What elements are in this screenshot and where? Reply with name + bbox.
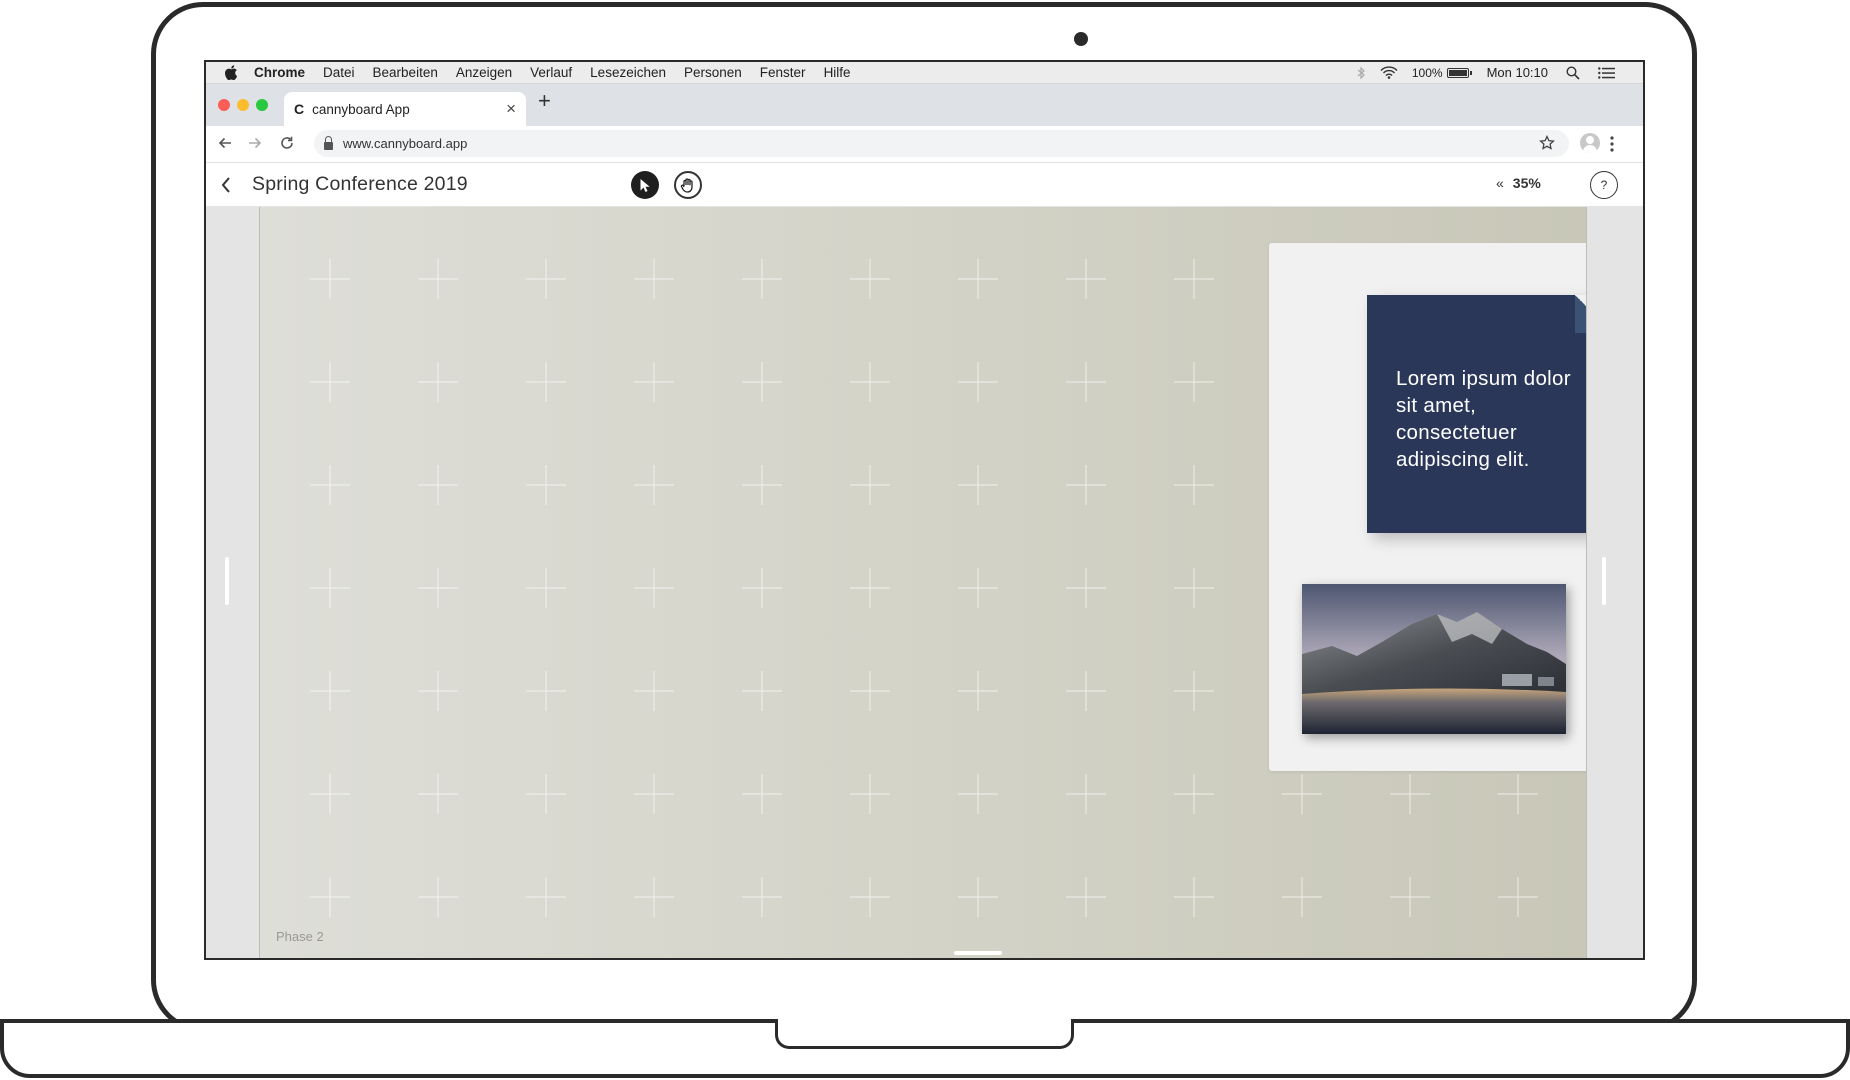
collapse-chevron-icon[interactable]: « xyxy=(1496,175,1504,191)
cursor-icon xyxy=(640,178,650,192)
tab-close-icon[interactable]: × xyxy=(506,99,516,119)
menu-item-datei[interactable]: Datei xyxy=(323,65,355,80)
sticky-note-text: Lorem ipsum dolor sit amet, consectetuer… xyxy=(1396,367,1571,471)
menu-item-hilfe[interactable]: Hilfe xyxy=(824,65,851,80)
window-close-button[interactable] xyxy=(218,99,230,111)
browser-toolbar: www.cannyboard.app xyxy=(206,126,1643,163)
battery-percent: 100% xyxy=(1411,65,1443,80)
battery-icon[interactable] xyxy=(1446,67,1472,78)
help-button[interactable]: ? xyxy=(1590,171,1618,199)
menu-clock[interactable]: Mon 10:10 xyxy=(1487,65,1548,80)
board-canvas[interactable]: Lorem ipsum dolor sit amet, consectetuer… xyxy=(259,207,1587,958)
cannyboard-favicon-icon: C xyxy=(294,101,305,117)
lock-icon xyxy=(324,135,333,150)
new-tab-icon[interactable]: + xyxy=(538,90,551,112)
back-chevron-icon[interactable] xyxy=(220,176,232,194)
star-icon[interactable] xyxy=(1539,135,1555,151)
mac-menu-bar: Chrome Datei Bearbeiten Anzeigen Verlauf… xyxy=(206,62,1643,84)
wifi-icon[interactable] xyxy=(1380,66,1398,79)
left-panel-handle[interactable] xyxy=(225,557,229,605)
tab-title: cannyboard App xyxy=(312,101,410,117)
browser-tab[interactable]: C cannyboard App × xyxy=(284,92,526,126)
board-area: Lorem ipsum dolor sit amet, consectetuer… xyxy=(206,207,1643,958)
right-panel-handle[interactable] xyxy=(1602,557,1606,605)
laptop-notch xyxy=(775,1019,1074,1049)
menu-item-bearbeiten[interactable]: Bearbeiten xyxy=(373,65,438,80)
bottom-panel-handle[interactable] xyxy=(954,951,1002,955)
menu-item-verlauf[interactable]: Verlauf xyxy=(530,65,572,80)
forward-arrow-icon[interactable] xyxy=(248,136,262,150)
menu-item-lesezeichen[interactable]: Lesezeichen xyxy=(590,65,666,80)
window-minimize-button[interactable] xyxy=(237,99,249,111)
pan-tool-button[interactable] xyxy=(674,171,702,199)
select-tool-button[interactable] xyxy=(631,171,659,199)
hand-icon xyxy=(680,178,693,193)
zoom-level: 35% xyxy=(1512,175,1541,191)
list-icon[interactable] xyxy=(1598,66,1615,79)
screen: Chrome Datei Bearbeiten Anzeigen Verlauf… xyxy=(204,60,1645,960)
phase-label: Phase 2 xyxy=(276,929,324,944)
landscape-photo xyxy=(1302,584,1566,734)
address-bar[interactable]: www.cannyboard.app xyxy=(314,130,1569,157)
zoom-control[interactable]: « 35% xyxy=(1496,175,1541,191)
bluetooth-icon[interactable] xyxy=(1357,66,1366,80)
reload-icon[interactable] xyxy=(280,136,294,150)
mountain-lake-image[interactable] xyxy=(1302,584,1566,734)
kebab-menu-icon[interactable] xyxy=(1610,136,1614,152)
search-icon[interactable] xyxy=(1566,65,1580,80)
note-corner-fold xyxy=(1575,295,1586,333)
menu-item-fenster[interactable]: Fenster xyxy=(760,65,806,80)
menu-item-anzeigen[interactable]: Anzeigen xyxy=(456,65,512,80)
board-title: Spring Conference 2019 xyxy=(252,173,468,195)
address-url: www.cannyboard.app xyxy=(343,136,468,151)
window-zoom-button[interactable] xyxy=(256,99,268,111)
document-sheet[interactable]: Lorem ipsum dolor sit amet, consectetuer… xyxy=(1269,243,1586,771)
camera-icon xyxy=(1074,32,1088,46)
back-arrow-icon[interactable] xyxy=(218,136,232,150)
app-header: Spring Conference 2019 « 35% ? xyxy=(206,163,1643,207)
sticky-note[interactable]: Lorem ipsum dolor sit amet, consectetuer… xyxy=(1367,295,1586,533)
menu-item-personen[interactable]: Personen xyxy=(684,65,742,80)
avatar-icon[interactable] xyxy=(1580,133,1600,153)
apple-icon[interactable] xyxy=(224,65,238,80)
browser-tab-strip: C cannyboard App × + xyxy=(206,84,1643,126)
menu-app-name[interactable]: Chrome xyxy=(254,65,305,80)
